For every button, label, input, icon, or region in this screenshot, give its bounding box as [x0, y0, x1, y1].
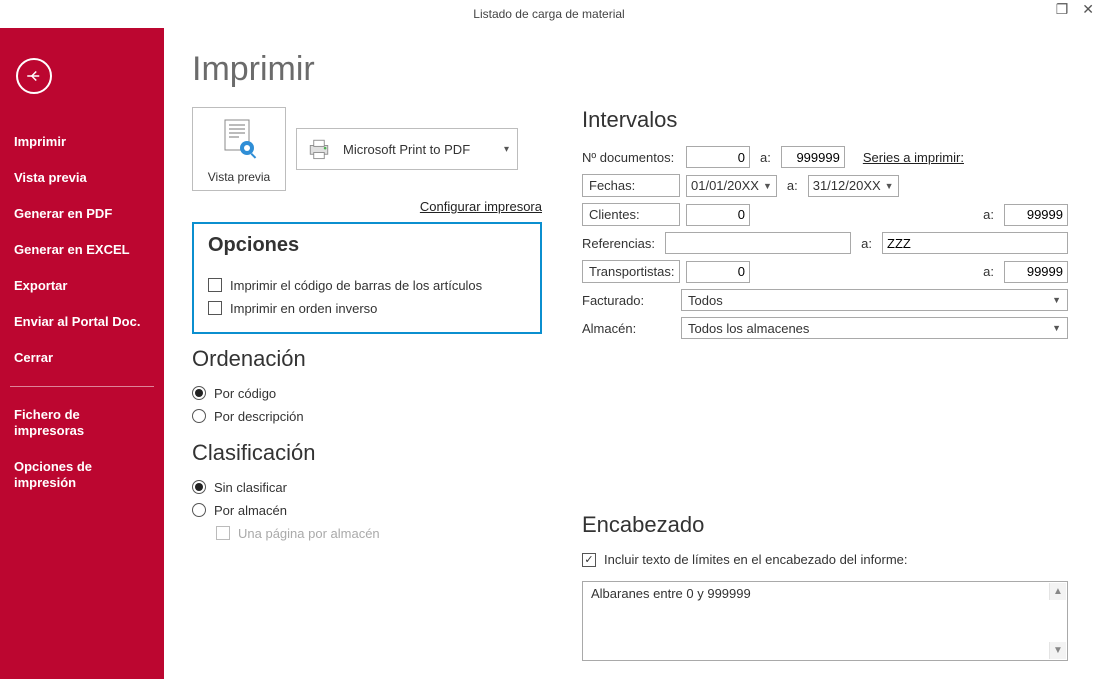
- date-to-input[interactable]: 31/12/20XX ▼: [808, 175, 899, 197]
- date-from-input[interactable]: 01/01/20XX ▼: [686, 175, 777, 197]
- class-none-label: Sin clasificar: [214, 480, 287, 495]
- invoiced-select[interactable]: Todos ▼: [681, 289, 1068, 311]
- back-button[interactable]: [16, 58, 52, 94]
- sep-a-4: a:: [861, 236, 872, 251]
- chevron-down-icon: ▼: [1052, 295, 1061, 305]
- classification-title: Clasificación: [192, 440, 542, 466]
- carriers-button[interactable]: Transportistas:: [582, 260, 680, 283]
- print-block: Vista previa Microsoft Print to PDF ▾: [192, 107, 542, 191]
- printer-icon: [305, 135, 333, 163]
- print-preview-label: Vista previa: [208, 170, 270, 184]
- page-per-warehouse-checkbox: [216, 526, 230, 540]
- barcode-checkbox[interactable]: [208, 278, 222, 292]
- window-controls: ❐ ✕: [1056, 2, 1094, 16]
- class-by-warehouse-radio[interactable]: [192, 503, 206, 517]
- window-close-icon[interactable]: ✕: [1082, 2, 1094, 16]
- order-by-desc-radio[interactable]: [192, 409, 206, 423]
- include-limits-label: Incluir texto de límites en el encabezad…: [604, 552, 908, 567]
- window-restore-icon[interactable]: ❐: [1056, 2, 1069, 16]
- print-preview-button[interactable]: Vista previa: [192, 107, 286, 191]
- sidebar-item-exportar[interactable]: Exportar: [10, 268, 154, 304]
- chevron-down-icon: ▼: [763, 181, 772, 191]
- sep-a-1: a:: [760, 150, 771, 165]
- ordering-title: Ordenación: [192, 346, 542, 372]
- sidebar-item-enviar-portal[interactable]: Enviar al Portal Doc.: [10, 304, 154, 340]
- barcode-label: Imprimir el código de barras de los artí…: [230, 278, 482, 293]
- page-per-warehouse-label: Una página por almacén: [238, 526, 380, 541]
- printer-selector[interactable]: Microsoft Print to PDF ▾: [296, 128, 518, 170]
- invoiced-value: Todos: [688, 293, 723, 308]
- title-bar: Listado de carga de material ❐ ✕: [0, 0, 1098, 28]
- document-preview-icon: [219, 118, 259, 164]
- printer-name: Microsoft Print to PDF: [343, 142, 494, 157]
- clients-button[interactable]: Clientes:: [582, 203, 680, 226]
- refs-to-input[interactable]: [882, 232, 1068, 254]
- window-title: Listado de carga de material: [473, 7, 624, 21]
- arrow-left-icon: [25, 67, 43, 85]
- class-by-warehouse-label: Por almacén: [214, 503, 287, 518]
- options-title: Opciones: [208, 234, 526, 257]
- include-limits-checkbox[interactable]: [582, 553, 596, 567]
- content-area: Imprimir Vista previa: [164, 28, 1098, 679]
- refs-label: Referencias:: [582, 236, 659, 251]
- left-column: Vista previa Microsoft Print to PDF ▾ Co: [192, 107, 542, 545]
- header-text-value: Albaranes entre 0 y 999999: [591, 586, 751, 601]
- scrollbar-down-icon[interactable]: ▼: [1049, 642, 1066, 659]
- chevron-down-icon: ▾: [504, 144, 509, 155]
- sep-a-2: a:: [787, 178, 798, 193]
- warehouse-value: Todos los almacenes: [688, 321, 809, 336]
- header-text-area[interactable]: Albaranes entre 0 y 999999 ▲ ▼: [582, 581, 1068, 661]
- order-by-code-label: Por código: [214, 386, 276, 401]
- refs-from-input[interactable]: [665, 232, 851, 254]
- reverse-order-checkbox[interactable]: [208, 301, 222, 315]
- reverse-order-label: Imprimir en orden inverso: [230, 301, 377, 316]
- chevron-down-icon: ▼: [885, 181, 894, 191]
- sep-a-3: a:: [983, 207, 994, 222]
- sidebar-item-generar-excel[interactable]: Generar en EXCEL: [10, 232, 154, 268]
- order-by-code-radio[interactable]: [192, 386, 206, 400]
- right-column: Intervalos Nº documentos: a: Series a im…: [582, 107, 1068, 661]
- clients-to-input[interactable]: [1004, 204, 1068, 226]
- class-none-radio[interactable]: [192, 480, 206, 494]
- carriers-from-input[interactable]: [686, 261, 750, 283]
- sidebar-item-cerrar[interactable]: Cerrar: [10, 340, 154, 376]
- header-section-title: Encabezado: [582, 512, 1068, 538]
- warehouse-select[interactable]: Todos los almacenes ▼: [681, 317, 1068, 339]
- warehouse-label: Almacén:: [582, 321, 675, 336]
- chevron-down-icon: ▼: [1052, 323, 1061, 333]
- order-by-desc-label: Por descripción: [214, 409, 304, 424]
- sidebar-item-fichero-impresoras[interactable]: Fichero de impresoras: [10, 397, 154, 449]
- scrollbar-up-icon[interactable]: ▲: [1049, 583, 1066, 600]
- carriers-to-input[interactable]: [1004, 261, 1068, 283]
- sidebar-item-vista-previa[interactable]: Vista previa: [10, 160, 154, 196]
- intervals-title: Intervalos: [582, 107, 1068, 133]
- sidebar-item-imprimir[interactable]: Imprimir: [10, 124, 154, 160]
- sidebar: Imprimir Vista previa Generar en PDF Gen…: [0, 28, 164, 679]
- doc-to-input[interactable]: [781, 146, 845, 168]
- invoiced-label: Facturado:: [582, 293, 675, 308]
- series-to-print-link[interactable]: Series a imprimir:: [863, 150, 964, 165]
- page-title: Imprimir: [192, 50, 1068, 89]
- sidebar-divider: [10, 386, 154, 387]
- configure-printer-link[interactable]: Configurar impresora: [192, 199, 542, 214]
- dates-button[interactable]: Fechas:: [582, 174, 680, 197]
- sep-a-5: a:: [983, 264, 994, 279]
- doc-label: Nº documentos:: [582, 150, 680, 165]
- sidebar-item-opciones-impresion[interactable]: Opciones de impresión: [10, 449, 154, 501]
- sidebar-item-generar-pdf[interactable]: Generar en PDF: [10, 196, 154, 232]
- clients-from-input[interactable]: [686, 204, 750, 226]
- doc-from-input[interactable]: [686, 146, 750, 168]
- options-group: Opciones Imprimir el código de barras de…: [192, 222, 542, 334]
